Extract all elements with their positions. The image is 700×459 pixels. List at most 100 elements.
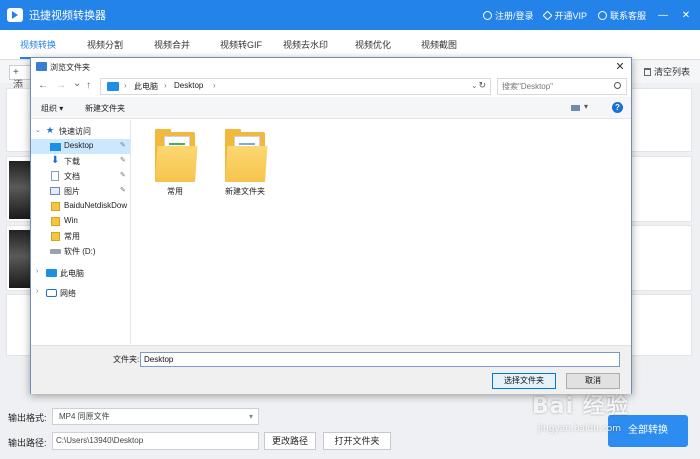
select-folder-button[interactable]: 选择文件夹 <box>492 373 556 389</box>
clear-list-button[interactable]: 清空列表 <box>643 65 690 78</box>
output-settings-bar: 输出格式: MP4 同原文件 输出路径: C:\Users\13940\Desk… <box>0 401 700 459</box>
tree-item-network[interactable]: › 网络 <box>31 286 130 301</box>
folder-icon <box>225 129 268 182</box>
picture-icon <box>50 187 60 195</box>
vip-label: 开通VIP <box>554 10 587 21</box>
change-path-button[interactable]: 更改路径 <box>264 432 316 450</box>
address-history-icon[interactable]: ⌄ <box>471 81 478 90</box>
file-item[interactable] <box>6 88 32 152</box>
tree-item-desktop[interactable]: Desktop ✎ <box>31 139 130 154</box>
output-format-label: 输出格式: <box>8 413 47 423</box>
folder-icon <box>51 217 60 226</box>
view-options-icon[interactable] <box>570 102 592 114</box>
file-item-actions <box>626 225 692 291</box>
app-titlebar: 迅捷视频转换器 注册/登录 开通VIP 联系客服 — ✕ <box>0 0 700 30</box>
app-title: 迅捷视频转换器 <box>29 10 106 22</box>
tree-label: Desktop <box>64 141 94 150</box>
tab-video-remove-watermark[interactable]: 视频去水印 <box>283 30 328 60</box>
expand-icon[interactable]: › <box>36 268 38 275</box>
minimize-button[interactable]: — <box>657 10 669 21</box>
add-file-button[interactable]: + 添 <box>9 65 31 91</box>
folder-icon <box>51 232 60 241</box>
cancel-button[interactable]: 取消 <box>566 373 620 389</box>
pin-icon: ✎ <box>120 172 126 179</box>
dialog-title: 浏览文件夹 <box>50 63 90 72</box>
navigation-row: ← → ⌄ ↑ › 此电脑 › Desktop › ⌄ ↻ 搜索"Desktop… <box>31 77 631 97</box>
tree-label: 图片 <box>64 187 80 196</box>
recent-dropdown-icon[interactable]: ⌄ <box>73 78 81 89</box>
tree-label: 常用 <box>64 232 80 241</box>
expand-icon[interactable]: ⌄ <box>35 126 41 134</box>
diamond-icon <box>543 10 553 20</box>
document-icon <box>51 171 59 181</box>
tab-video-merge[interactable]: 视频合并 <box>154 30 190 60</box>
folder-item[interactable]: 新建文件夹 <box>217 128 273 198</box>
file-item[interactable] <box>6 156 32 222</box>
login-link[interactable]: 注册/登录 <box>482 9 533 22</box>
tab-video-optimize[interactable]: 视频优化 <box>355 30 391 60</box>
folder-icon <box>51 202 60 211</box>
address-segment-this-pc[interactable]: 此电脑 <box>134 81 158 92</box>
support-link[interactable]: 联系客服 <box>597 9 646 22</box>
user-icon <box>482 10 492 20</box>
open-folder-button[interactable]: 打开文件夹 <box>323 432 391 450</box>
tree-label: 软件 (D:) <box>64 247 96 256</box>
tab-video-screenshot[interactable]: 视频截图 <box>421 30 457 60</box>
help-icon[interactable]: ? <box>612 102 623 113</box>
file-item-actions <box>626 156 692 222</box>
dialog-footer: 文件夹: Desktop 选择文件夹 取消 <box>31 345 631 394</box>
search-placeholder: 搜索"Desktop" <box>502 82 554 91</box>
folder-content-pane: 常用 新建文件夹 <box>132 120 631 344</box>
refresh-icon[interactable]: ↻ <box>478 80 486 91</box>
dialog-titlebar: 浏览文件夹 ✕ <box>31 58 631 77</box>
new-folder-button[interactable]: 新建文件夹 <box>85 103 125 114</box>
tree-item-pictures[interactable]: 图片 ✎ <box>31 184 130 199</box>
address-bar[interactable]: › 此电脑 › Desktop › ⌄ ↻ <box>100 78 491 95</box>
folder-name-input[interactable]: Desktop <box>140 352 620 367</box>
tree-label: 快速访问 <box>59 127 91 136</box>
tree-item-this-pc[interactable]: › 此电脑 <box>31 266 130 281</box>
search-input[interactable]: 搜索"Desktop" <box>497 78 627 95</box>
tree-label: 文档 <box>64 172 80 181</box>
output-path-label: 输出路径: <box>8 438 47 448</box>
tab-video-split[interactable]: 视频分割 <box>87 30 123 60</box>
file-item[interactable] <box>6 225 32 291</box>
up-arrow-icon[interactable]: ↑ <box>86 80 91 91</box>
forward-arrow-icon[interactable]: → <box>56 80 66 91</box>
folder-name: 新建文件夹 <box>225 187 265 196</box>
organize-menu[interactable]: 组织 ▾ <box>41 103 63 114</box>
folder-name: 常用 <box>167 187 183 196</box>
pin-icon: ✎ <box>120 142 126 149</box>
search-icon <box>614 82 621 89</box>
tree-item-quick-access[interactable]: ⌄ ★ 快速访问 <box>31 124 130 139</box>
back-arrow-icon[interactable]: ← <box>38 80 48 91</box>
folder-name-label: 文件夹: <box>113 355 140 364</box>
output-format-select[interactable]: MP4 同原文件 <box>52 408 259 425</box>
pin-icon: ✎ <box>120 187 126 194</box>
address-chevron-icon: › <box>164 81 167 90</box>
tree-item-documents[interactable]: 文档 ✎ <box>31 169 130 184</box>
tree-item-downloads[interactable]: ⬇ 下载 ✎ <box>31 154 130 169</box>
app-logo-icon <box>7 8 23 22</box>
tree-item-win[interactable]: Win <box>31 214 130 229</box>
tree-item-baidunetdisk[interactable]: BaiduNetdiskDow <box>31 199 130 214</box>
folder-item[interactable]: 常用 <box>147 128 203 198</box>
tree-item-common[interactable]: 常用 <box>31 229 130 244</box>
browse-folder-dialog: 浏览文件夹 ✕ ← → ⌄ ↑ › 此电脑 › Desktop › ⌄ ↻ 搜索… <box>30 57 632 394</box>
tree-label: BaiduNetdiskDow <box>64 201 128 210</box>
command-bar: 组织 ▾ 新建文件夹 ? <box>31 97 631 119</box>
dialog-close-button[interactable]: ✕ <box>613 60 627 74</box>
file-item-actions <box>626 88 692 152</box>
vip-link[interactable]: 开通VIP <box>543 9 587 22</box>
address-segment-desktop[interactable]: Desktop <box>174 81 203 90</box>
expand-icon[interactable]: › <box>36 288 38 295</box>
feature-tabs: 视频转换 视频分割 视频合并 视频转GIF 视频去水印 视频优化 视频截图 <box>0 30 700 60</box>
file-item[interactable] <box>6 294 32 356</box>
tree-item-drive-d[interactable]: 软件 (D:) <box>31 244 130 259</box>
tab-video-convert[interactable]: 视频转换 <box>20 30 57 60</box>
output-path-field[interactable]: C:\Users\13940\Desktop <box>52 432 259 450</box>
close-button[interactable]: ✕ <box>680 10 692 21</box>
tab-video-to-gif[interactable]: 视频转GIF <box>220 30 262 60</box>
convert-all-button[interactable]: 全部转换 <box>608 415 688 447</box>
folder-icon <box>155 129 198 182</box>
